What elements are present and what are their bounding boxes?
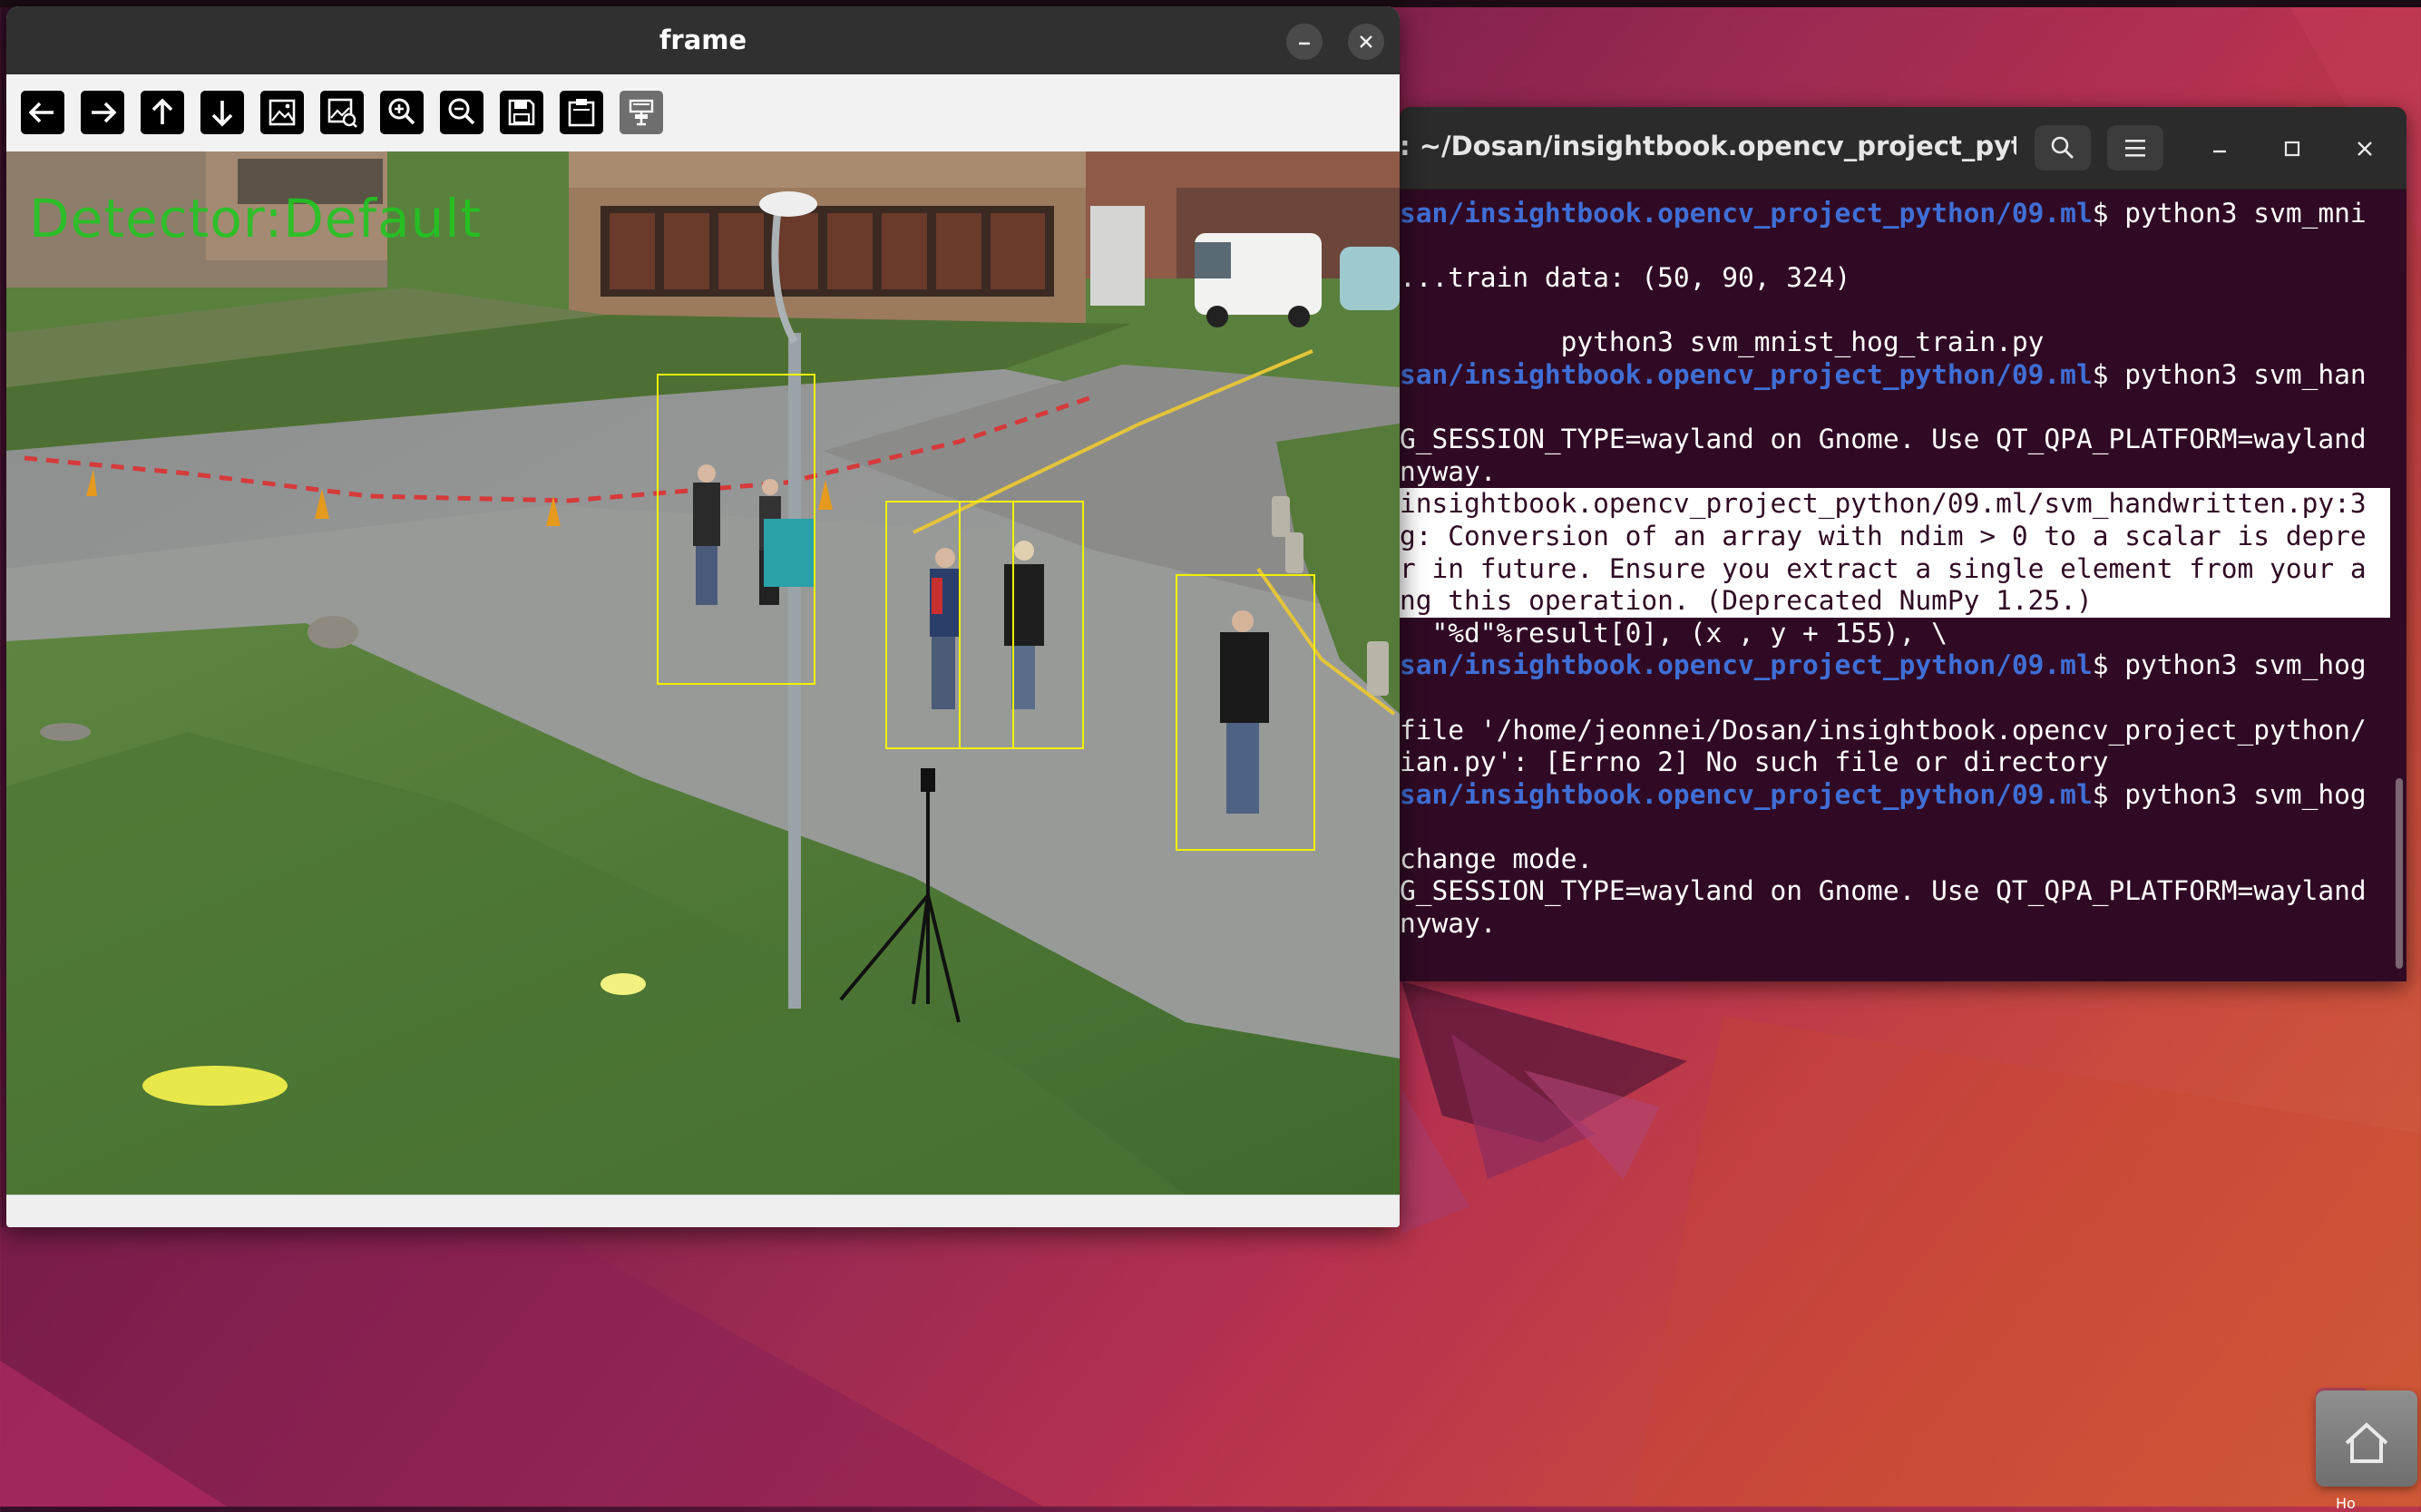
terminal-line: "%d"%result[0], (x , y + 155), \ (1400, 618, 2390, 650)
terminal-line: insightbook.opencv_project_python/09.ml/… (1400, 488, 2390, 521)
arrow-up-icon (141, 91, 184, 134)
terminal-line: r in future. Ensure you extract a single… (1400, 552, 2390, 586)
terminal-line-text: G_SESSION_TYPE=wayland on Gnome. Use QT_… (1400, 424, 2367, 455)
detection-box (959, 501, 1084, 749)
frame-minimize-button[interactable] (1286, 24, 1323, 60)
save-icon (500, 91, 543, 134)
terminal-line-text: insightbook.opencv_project_python/09.ml/… (1400, 488, 2367, 520)
terminal-minimize-button[interactable] (2200, 129, 2240, 169)
terminal-line-text: $ python3 svm_hog (2092, 649, 2367, 681)
terminal-output[interactable]: san/insightbook.opencv_project_python/09… (1400, 189, 2390, 981)
minimize-icon (2213, 150, 2226, 153)
terminal-line-text: $ python3 svm_han (2092, 358, 2367, 390)
search-button[interactable] (2035, 125, 2091, 171)
home-folder-button[interactable] (2316, 1390, 2417, 1487)
arrow-right-icon (81, 91, 124, 134)
detection-box (1176, 574, 1315, 851)
terminal-line: g: Conversion of an array with ndim > 0 … (1400, 520, 2390, 553)
terminal-line: file '/home/jeonnei/Dosan/insightbook.op… (1400, 715, 2390, 747)
close-icon (2358, 141, 2372, 156)
terminal-close-button[interactable] (2345, 129, 2385, 169)
terminal-line-text: g: Conversion of an array with ndim > 0 … (1400, 520, 2367, 551)
terminal-maximize-button[interactable] (2272, 129, 2312, 169)
maximize-icon (2284, 141, 2300, 157)
prompt-path: san/insightbook.opencv_project_python/09… (1400, 649, 2093, 681)
detector-label: Detector:Default (29, 188, 483, 249)
prompt-path: san/insightbook.opencv_project_python/09… (1400, 778, 2093, 810)
prompt-path: san/insightbook.opencv_project_python/09… (1400, 198, 2093, 229)
pan-up-button[interactable] (140, 90, 185, 135)
prompt-path: san/insightbook.opencv_project_python/09… (1400, 358, 2093, 390)
clipboard-icon (560, 91, 603, 134)
minimize-icon (1299, 42, 1310, 45)
properties-button[interactable] (619, 90, 664, 135)
terminal-window[interactable]: : ~/Dosan/insightbook.opencv_project_pyt… (1400, 107, 2406, 981)
terminal-line: python3 svm_mnist_hog_train.py (1400, 327, 2390, 359)
terminal-line-text: $ python3 svm_hog (2092, 778, 2367, 810)
detection-box (657, 374, 815, 685)
frame-close-button[interactable] (1348, 24, 1384, 60)
menu-button[interactable] (2107, 125, 2163, 171)
zoom-out-button[interactable] (439, 90, 484, 135)
terminal-line: ng this operation. (Deprecated NumPy 1.2… (1400, 585, 2390, 618)
hamburger-menu-icon (2125, 140, 2145, 157)
terminal-line-text: $ python3 svm_mni (2092, 198, 2367, 229)
frame-status-bar (6, 1195, 1400, 1227)
terminal-line-text: "%d"%result[0], (x , y + 155), \ (1400, 617, 1948, 649)
zoom-out-icon (440, 91, 483, 134)
terminal-line: ian.py': [Errno 2] No such file or direc… (1400, 746, 2390, 779)
camera-image[interactable]: Detector:Default (6, 151, 1400, 1195)
zoom-in-button[interactable] (379, 90, 425, 135)
image-icon (260, 91, 304, 134)
properties-icon (620, 91, 663, 134)
terminal-line-text: r in future. Ensure you extract a single… (1400, 552, 2367, 584)
terminal-line: nyway. (1400, 908, 2390, 941)
copy-clipboard-button[interactable] (559, 90, 604, 135)
frame-header-bar[interactable]: frame (6, 6, 1400, 74)
terminal-line-text: nyway. (1400, 455, 1497, 487)
terminal-line-text: ian.py': [Errno 2] No such file or direc… (1400, 746, 2109, 778)
zoom-in-icon (380, 91, 424, 134)
zoom-fit-button[interactable] (319, 90, 365, 135)
close-icon (1360, 35, 1372, 48)
frame-title: frame (659, 24, 747, 55)
terminal-line-text: file '/home/jeonnei/Dosan/insightbook.op… (1400, 714, 2367, 746)
terminal-scrollbar[interactable] (2396, 778, 2403, 969)
terminal-line-text: G_SESSION_TYPE=wayland on Gnome. Use QT_… (1400, 875, 2367, 907)
terminal-line: nyway. (1400, 456, 2390, 489)
zoom-original-button[interactable] (259, 90, 305, 135)
terminal-title: : ~/Dosan/insightbook.opencv_project_pyt… (1400, 131, 2016, 161)
home-folder-icon (2345, 1422, 2388, 1463)
terminal-line: ...train data: (50, 90, 324) (1400, 262, 2390, 295)
terminal-line: change mode. (1400, 844, 2390, 876)
search-icon (2051, 136, 2074, 159)
save-button[interactable] (499, 90, 544, 135)
terminal-header-bar[interactable]: : ~/Dosan/insightbook.opencv_project_pyt… (1400, 107, 2406, 190)
terminal-line: san/insightbook.opencv_project_python/09… (1400, 359, 2390, 392)
terminal-line-text: ng this operation. (Deprecated NumPy 1.2… (1400, 585, 2093, 617)
home-folder-label: Ho (2336, 1495, 2356, 1512)
pan-left-button[interactable] (20, 90, 65, 135)
terminal-line: G_SESSION_TYPE=wayland on Gnome. Use QT_… (1400, 875, 2390, 908)
pan-down-button[interactable] (200, 90, 245, 135)
terminal-line-text: python3 svm_mnist_hog_train.py (1400, 327, 2045, 358)
terminal-line-text: nyway. (1400, 908, 1497, 940)
frame-window[interactable]: frame Detector:Default (6, 6, 1400, 1227)
arrow-down-icon (200, 91, 244, 134)
terminal-line-text: ...train data: (50, 90, 324) (1400, 262, 1851, 294)
terminal-line: san/insightbook.opencv_project_python/09… (1400, 779, 2390, 812)
terminal-line: san/insightbook.opencv_project_python/09… (1400, 649, 2390, 682)
terminal-line: G_SESSION_TYPE=wayland on Gnome. Use QT_… (1400, 424, 2390, 456)
fit-image-icon (320, 91, 364, 134)
pan-right-button[interactable] (80, 90, 125, 135)
image-toolbar (6, 74, 1400, 152)
terminal-line-text: change mode. (1400, 843, 1594, 874)
terminal-line: san/insightbook.opencv_project_python/09… (1400, 198, 2390, 230)
arrow-left-icon (21, 91, 64, 134)
